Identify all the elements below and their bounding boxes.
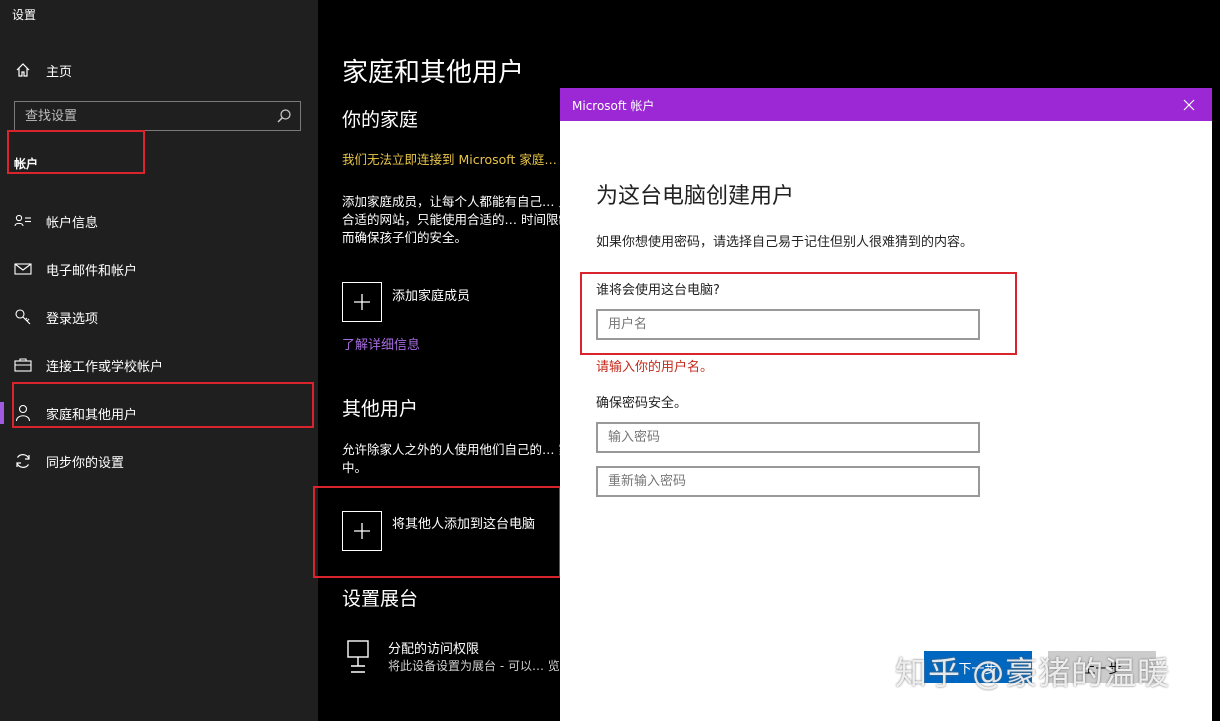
dialog-title: Microsoft 帐户: [572, 99, 655, 113]
sidebar-item-label: 电子邮件和帐户: [46, 263, 138, 279]
search-icon[interactable]: [276, 108, 292, 124]
briefcase-icon: [14, 356, 32, 374]
username-field-box[interactable]: [596, 309, 980, 340]
watermark: 知乎 @豪猪的温暖: [895, 654, 1171, 692]
close-icon: [1183, 99, 1195, 110]
dialog-heading: 为这台电脑创建用户: [596, 184, 795, 209]
search-box[interactable]: [14, 101, 301, 131]
person-icon: [14, 404, 32, 422]
plus-icon: [354, 294, 370, 310]
dialog-description: 如果你想使用密码，请选择自己易于记住但别人很难猜到的内容。: [596, 235, 974, 250]
kiosk-description: 将此设备设置为展台 - 可以… 览器等。: [388, 659, 560, 673]
password-field-box[interactable]: [596, 422, 980, 453]
dialog-titlebar: Microsoft 帐户: [560, 88, 1212, 121]
sidebar-item-label: 家庭和其他用户: [46, 407, 138, 423]
add-family-button[interactable]: [342, 282, 382, 322]
add-other-user-label[interactable]: 将其他人添加到这台电脑: [392, 513, 535, 532]
sidebar-item-work-school[interactable]: 连接工作或学校帐户: [0, 345, 318, 385]
username-error: 请输入你的用户名。: [596, 360, 714, 375]
create-user-dialog: Microsoft 帐户 为这台电脑创建用户 如果你想使用密码，请选择自己易于记…: [560, 88, 1212, 721]
sidebar-item-sync[interactable]: 同步你的设置: [0, 441, 318, 481]
add-family-label[interactable]: 添加家庭成员: [392, 285, 470, 304]
sidebar-item-home[interactable]: 主页: [0, 50, 318, 90]
app-title: 设置: [12, 8, 37, 22]
sync-icon: [14, 452, 32, 470]
mail-icon: [14, 260, 32, 278]
kiosk-heading: 设置展台: [342, 588, 419, 610]
search-input[interactable]: [15, 102, 265, 130]
sidebar-item-label: 同步你的设置: [46, 455, 125, 471]
account-info-icon: [14, 212, 32, 230]
sidebar-item-email[interactable]: 电子邮件和帐户: [0, 249, 318, 289]
other-users-description: 允许除家人之外的人使用他们自己的… 家庭中。: [342, 442, 560, 475]
sidebar-item-label: 连接工作或学校帐户: [46, 359, 164, 375]
username-label: 谁将会使用这台电脑?: [596, 283, 720, 298]
sidebar-item-label: 登录选项: [46, 311, 99, 327]
other-users-heading: 其他用户: [342, 398, 419, 420]
main-content: 家庭和其他用户 你的家庭 我们无法立即连接到 Microsoft 家庭… 更新。…: [318, 0, 560, 721]
sidebar-item-account-info[interactable]: 帐户信息: [0, 201, 318, 241]
home-icon: [14, 61, 32, 79]
key-icon: [14, 308, 32, 326]
plus-icon: [354, 523, 370, 539]
username-input[interactable]: [598, 311, 978, 338]
settings-sidebar: 设置 主页 帐户 帐户信息 电子邮件和帐户 登录选项 连接工作: [0, 0, 318, 721]
page-title: 家庭和其他用户: [342, 58, 525, 88]
password-input[interactable]: [598, 424, 978, 451]
close-button[interactable]: [1166, 88, 1212, 121]
confirm-password-input[interactable]: [598, 468, 978, 495]
family-description: 添加家庭成员，让每个人都能有自己… 只访问合适的网站，只能使用合适的… 时间限制…: [342, 194, 560, 245]
kiosk-icon: [346, 640, 370, 678]
sidebar-item-label: 主页: [46, 64, 73, 80]
sidebar-item-sign-in[interactable]: 登录选项: [0, 297, 318, 337]
sidebar-item-label: 帐户信息: [46, 215, 99, 231]
sidebar-item-family[interactable]: 家庭和其他用户: [0, 393, 318, 433]
password-label: 确保密码安全。: [596, 396, 688, 411]
family-heading: 你的家庭: [342, 109, 419, 131]
section-label-accounts: 帐户: [14, 157, 39, 171]
kiosk-title[interactable]: 分配的访问权限: [388, 638, 479, 657]
learn-more-link[interactable]: 了解详细信息: [342, 334, 420, 353]
add-other-user-button[interactable]: [342, 511, 382, 551]
family-warning: 我们无法立即连接到 Microsoft 家庭… 更新。: [342, 152, 560, 167]
confirm-password-field-box[interactable]: [596, 466, 980, 497]
